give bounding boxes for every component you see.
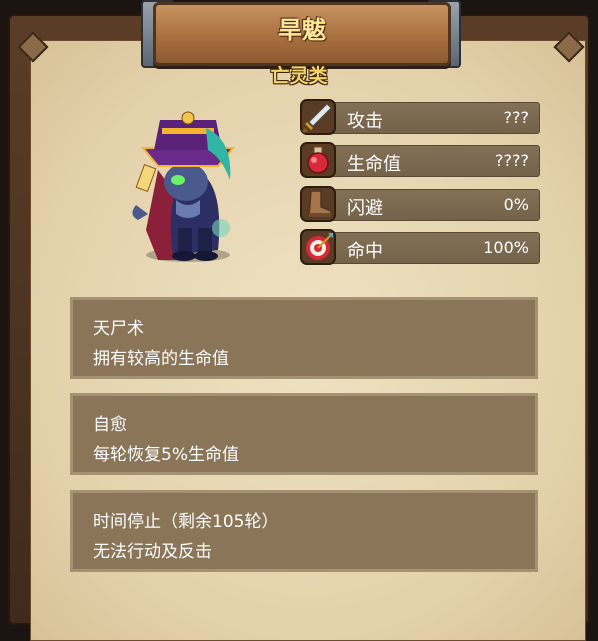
stat-label: 命中 [347, 241, 383, 262]
stat-label: 攻击 [347, 111, 383, 132]
stat-value: ???? [495, 151, 529, 170]
stat-dodge: 闪避 0% [300, 186, 540, 222]
stat-attack: 攻击 ??? [300, 99, 540, 135]
stat-value: ??? [503, 108, 529, 127]
skill-description: 无法行动及反击 [93, 542, 212, 562]
monster-type: 亡灵类 [270, 65, 328, 87]
boot-icon [300, 186, 336, 222]
skill-description: 每轮恢复5%生命值 [93, 445, 239, 465]
stat-hp: 生命值 ???? [300, 142, 540, 178]
stat-label: 闪避 [347, 198, 383, 219]
potion-icon [300, 142, 336, 178]
skill-name: 天尸术 [93, 319, 144, 339]
stat-value: 0% [503, 195, 529, 214]
stat-hit: 命中 100% [300, 229, 540, 265]
skill-panel: 时间停止（剩余105轮） 无法行动及反击 [70, 490, 538, 572]
monster-portrait [132, 111, 236, 262]
skill-name: 自愈 [93, 415, 127, 435]
target-icon [300, 229, 336, 265]
skill-description: 拥有较高的生命值 [93, 349, 229, 369]
monster-name: 旱魃 [278, 16, 326, 44]
stat-label: 生命值 [347, 154, 401, 175]
skill-panel: 自愈 每轮恢复5%生命值 [70, 393, 538, 475]
stat-value: 100% [483, 238, 529, 257]
skill-name: 时间停止（剩余105轮） [93, 512, 279, 532]
skill-panel: 天尸术 拥有较高的生命值 [70, 297, 538, 379]
sword-icon [300, 99, 336, 135]
